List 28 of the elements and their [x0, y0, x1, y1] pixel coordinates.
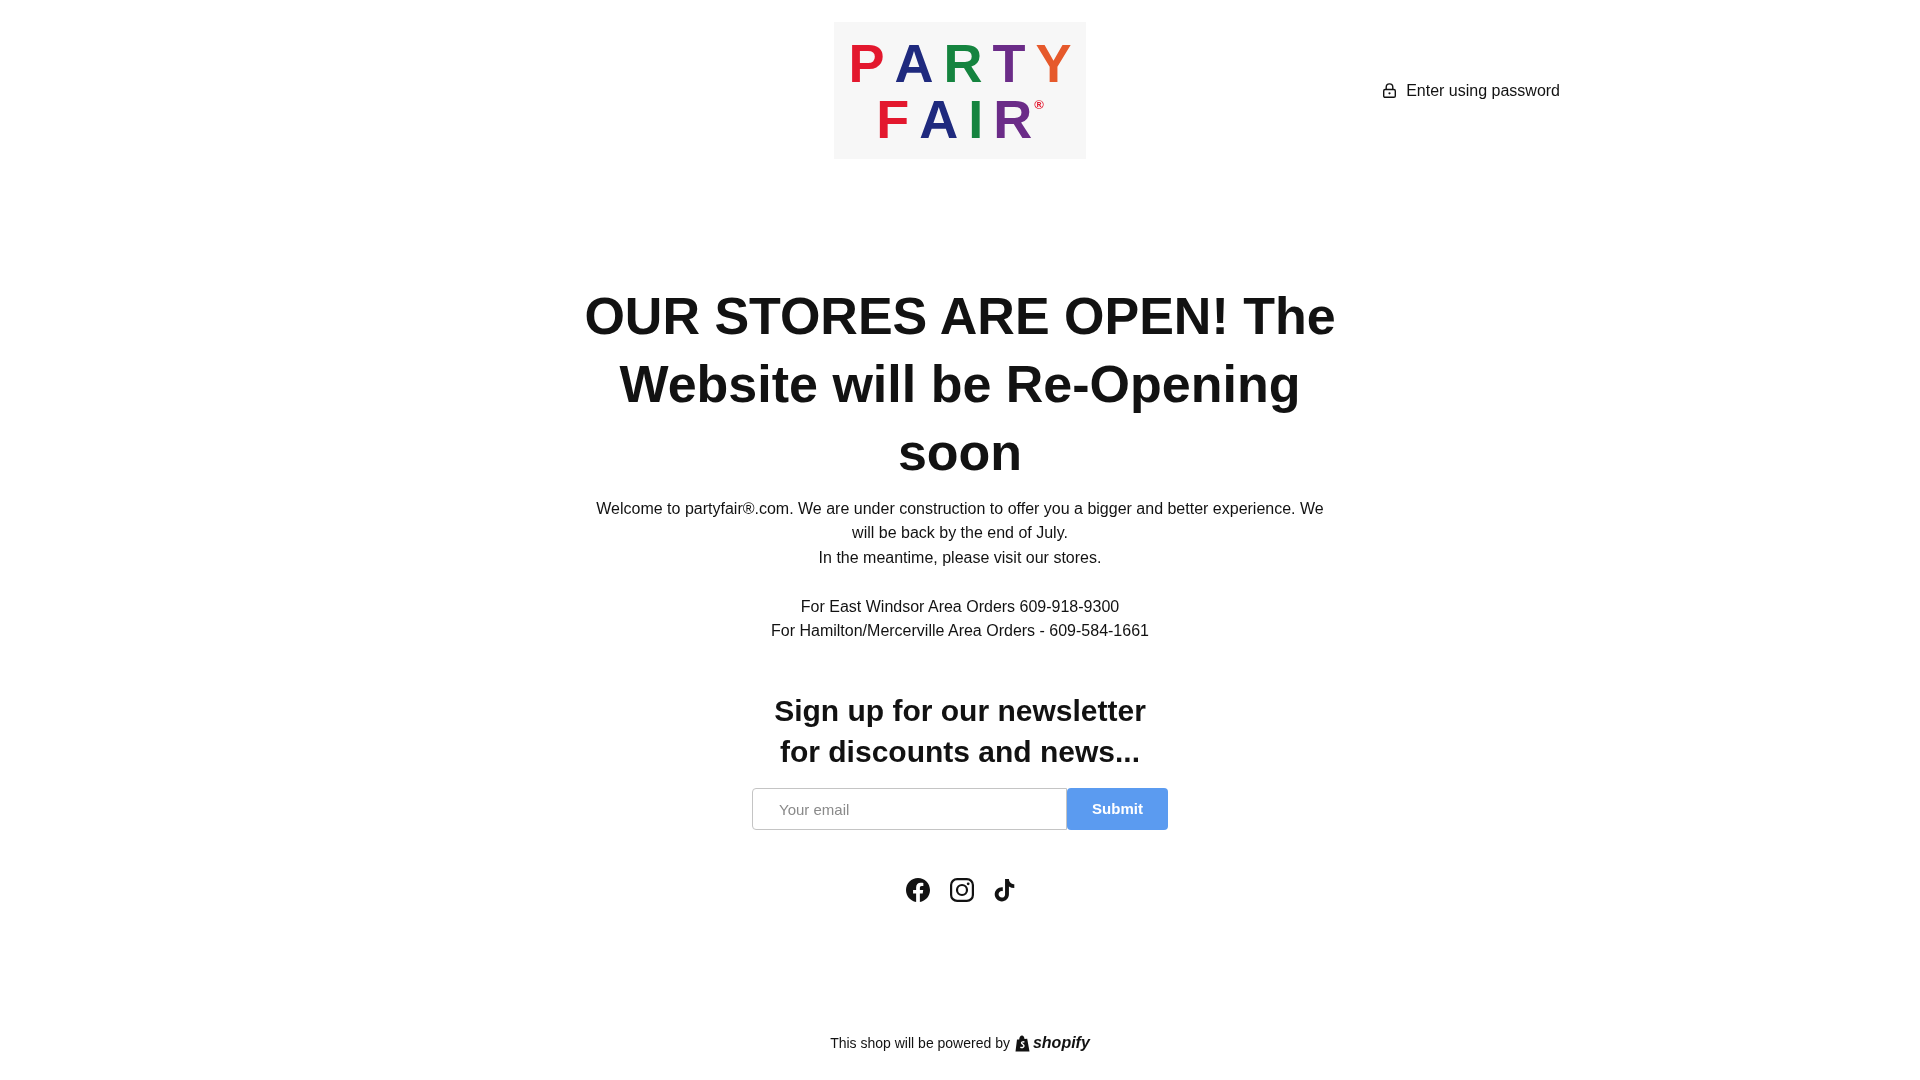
- footer-text: This shop will be powered by: [830, 1034, 1010, 1053]
- tiktok-link[interactable]: [993, 878, 1015, 903]
- shopify-link[interactable]: shopify: [1014, 1033, 1090, 1053]
- logo-letter: A: [894, 34, 934, 91]
- instagram-link[interactable]: [949, 878, 974, 903]
- logo-letter: P: [848, 34, 885, 91]
- logo-letter: T: [992, 34, 1026, 91]
- facebook-link[interactable]: [905, 878, 930, 903]
- facebook-icon: [905, 878, 930, 903]
- tiktok-icon: [993, 878, 1015, 903]
- page-heading: OUR STORES ARE OPEN! The Website will be Re-Opening soon: [583, 286, 1337, 483]
- logo-letter: A: [919, 90, 959, 147]
- shopping-bag-icon: [1014, 1034, 1030, 1052]
- logo-letter: Y: [1035, 34, 1072, 91]
- registered-mark: ®: [1034, 96, 1044, 113]
- logo-letter: R: [993, 90, 1033, 147]
- instagram-icon: [949, 878, 974, 903]
- lock-icon: [1383, 83, 1397, 98]
- logo-letter: I: [968, 90, 984, 147]
- info-text: In the meantime, please visit our stores.: [818, 547, 1102, 568]
- store-phone-text: For East Windsor Area Orders 609-918-9300: [800, 596, 1120, 617]
- store-phone-text: For Hamilton/Mercerville Area Orders - 609-584-1661: [771, 621, 1149, 641]
- email-field[interactable]: Your email: [752, 788, 1067, 831]
- info-text: Welcome to partyfair®.com. We are under construction to offer you a bigger and better experience. We will be back by the end of July.: [595, 499, 1325, 544]
- logo-letter: R: [943, 34, 983, 91]
- newsletter-heading: Sign up for our newsletter for discounts and news...: [773, 693, 1147, 771]
- logo-letter: F: [876, 90, 910, 147]
- password-link[interactable]: Enter using password: [1383, 79, 1560, 102]
